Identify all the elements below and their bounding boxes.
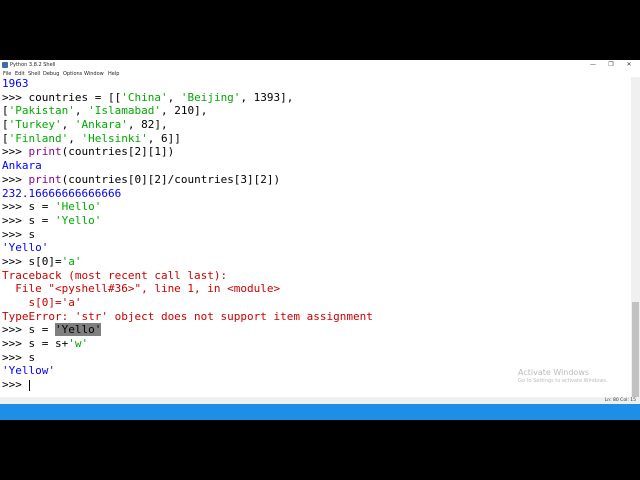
close-button[interactable]: ✕ [622, 60, 636, 70]
shell-token: s [28, 350, 36, 364]
shell-token: 1963 [2, 77, 29, 90]
minimize-button[interactable]: — [586, 60, 600, 70]
shell-line: File "<pyshell#36>", line 1, in <module> [2, 282, 630, 296]
shell-line: >>> s = 'Yello' [2, 323, 630, 337]
shell-line: >>> print(countries[0][2]/countries[3][2… [2, 173, 630, 187]
shell-token: 'Turkey' [8, 118, 62, 132]
shell-line: >>> s[0]='a' [2, 255, 630, 269]
shell-token: s = [28, 323, 55, 337]
shell-token: 'w' [68, 337, 89, 351]
shell-token: TypeError: 'str' object does not support… [2, 309, 373, 323]
shell-token: 'China' [121, 90, 168, 104]
shell-token: Ankara [2, 159, 42, 173]
shell-token: countries = [[ [28, 90, 122, 104]
shell-token: 'Ankara' [74, 118, 128, 132]
shell-line: 'Yello' [2, 241, 630, 255]
shell-token: (countries[0][2]/countries[3][2]) [61, 172, 281, 186]
shell-token: (countries[2][1]) [61, 145, 175, 159]
shell-token: 'Yello' [2, 241, 49, 255]
shell-token: print [28, 145, 62, 159]
shell-line: 232.16666666666666 [2, 187, 630, 201]
shell-token: [ [2, 131, 9, 145]
shell-line: 1963 [2, 77, 630, 91]
shell-token: s[0]='a' [2, 296, 82, 309]
shell-token: , 82], [127, 118, 168, 132]
idle-shell-window: Python 3.8.2 Shell — ❐ ✕ File Edit Shell… [0, 60, 640, 420]
shell-token: 'Yello' [55, 323, 102, 337]
shell-token: Traceback (most recent call last): [2, 268, 228, 282]
shell-line: >>> s = s+'w' [2, 337, 630, 351]
shell-token: 'a' [61, 254, 82, 268]
python-app-icon [2, 62, 8, 68]
activate-windows-subtitle: Go to Settings to activate Windows. [518, 378, 608, 384]
shell-token: >>> [2, 172, 29, 186]
shell-text-area[interactable]: 1963 >>> countries = [['China', 'Beijing'… [2, 77, 630, 407]
status-bar: Ln: 80 Col: 15 [0, 397, 640, 404]
shell-token: 232.16666666666666 [2, 186, 122, 200]
shell-token: , 210], [160, 104, 208, 118]
shell-token: >>> [2, 323, 29, 337]
vertical-scrollbar[interactable] [631, 77, 640, 407]
shell-line: >>> print(countries[2][1]) [2, 145, 630, 159]
shell-token: 'Finland' [8, 131, 69, 145]
shell-token: 'Islamabad' [88, 104, 161, 118]
shell-line: >>> s [2, 228, 630, 242]
shell-token: , [74, 104, 89, 118]
shell-line: >>> s = 'Yello' [2, 214, 630, 228]
shell-token: , 6]] [147, 131, 181, 145]
shell-line: Traceback (most recent call last): [2, 269, 630, 283]
shell-token: >>> [2, 254, 29, 268]
shell-token: 'Pakistan' [8, 104, 75, 118]
taskbar [0, 404, 640, 420]
shell-token: >>> [2, 213, 29, 227]
shell-token: >>> [2, 227, 29, 241]
maximize-button[interactable]: ❐ [604, 60, 618, 70]
shell-line: ['Pakistan', 'Islamabad', 210], [2, 104, 630, 118]
shell-token: s [28, 227, 36, 241]
shell-token: s = [28, 213, 55, 227]
shell-token: >>> [2, 378, 29, 392]
shell-token: , [167, 90, 181, 104]
shell-token: [ [2, 118, 9, 132]
shell-token: print [28, 172, 62, 186]
window-title: Python 3.8.2 Shell [10, 62, 56, 68]
shell-token: >>> [2, 145, 29, 159]
shell-line: s[0]='a' [2, 296, 630, 310]
shell-token: s[0]= [28, 254, 62, 268]
shell-line: ['Finland', 'Helsinki', 6]] [2, 132, 630, 146]
title-bar[interactable]: Python 3.8.2 Shell — ❐ ✕ [0, 60, 640, 70]
shell-token: , [68, 131, 82, 145]
shell-token: >>> [2, 350, 29, 364]
shell-line: >>> s [2, 351, 630, 365]
scrollbar-thumb[interactable] [632, 302, 639, 407]
shell-line: TypeError: 'str' object does not support… [2, 310, 630, 324]
shell-line: ['Turkey', 'Ankara', 82], [2, 118, 630, 132]
shell-token: >>> [2, 90, 29, 104]
shell-token: 'Helsinki' [81, 131, 148, 145]
shell-token: s = s+ [28, 337, 69, 351]
shell-token: 'Yello' [55, 213, 102, 227]
activate-windows-title: Activate Windows [518, 368, 590, 377]
shell-token: 'Beijing' [180, 90, 241, 104]
shell-token: s = [28, 200, 55, 214]
shell-token: File "<pyshell#36>", line 1, in <module> [2, 282, 281, 296]
shell-line: >>> countries = [['China', 'Beijing', 13… [2, 91, 630, 105]
text-cursor [28, 379, 30, 391]
cursor-position: Ln: 80 Col: 15 [604, 398, 636, 403]
shell-token: >>> [2, 337, 29, 351]
shell-token: , [61, 118, 75, 132]
shell-token: [ [2, 104, 9, 118]
shell-token: >>> [2, 200, 29, 214]
shell-line: Ankara [2, 159, 630, 173]
shell-line: >>> s = 'Hello' [2, 200, 630, 214]
shell-token: 'Hello' [55, 200, 102, 214]
shell-token: 'Yellow' [2, 364, 55, 378]
shell-token: , 1393], [240, 90, 294, 104]
